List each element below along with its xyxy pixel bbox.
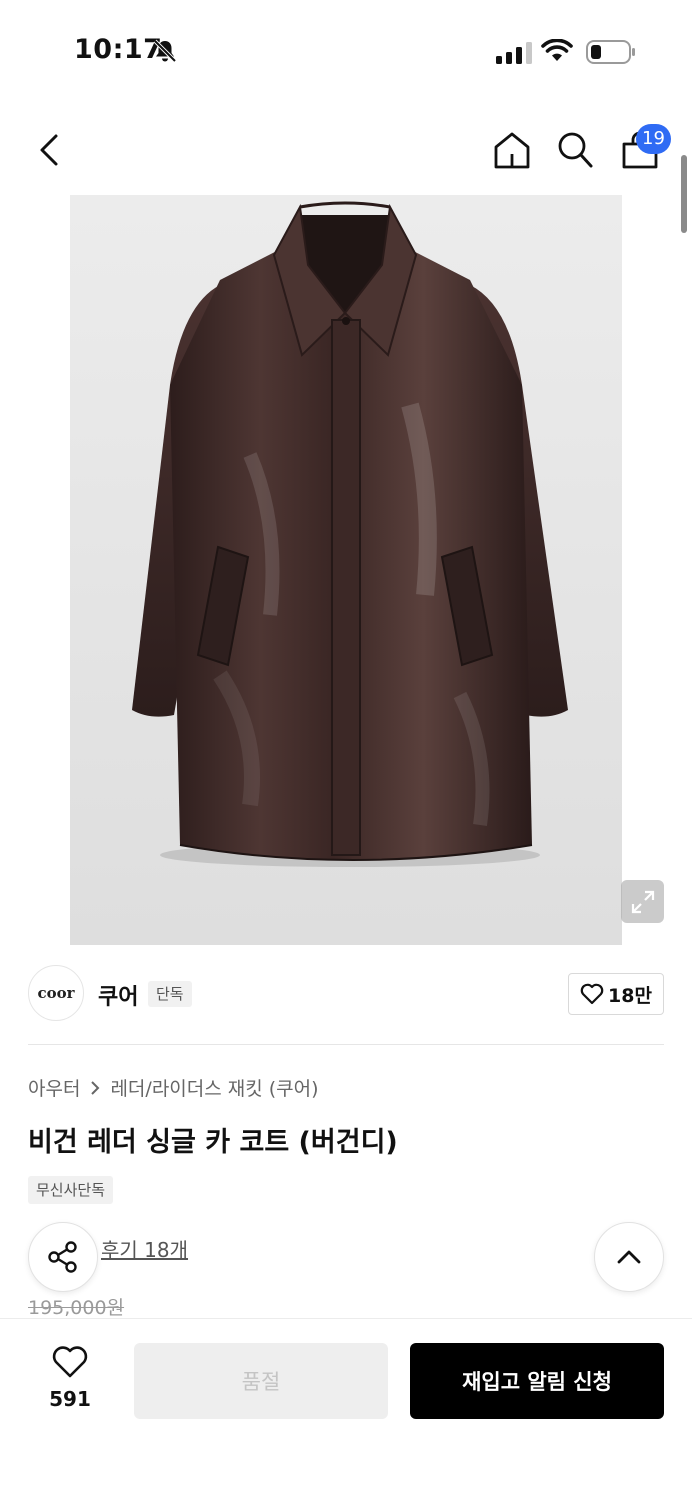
breadcrumb-category[interactable]: 아우터 — [28, 1074, 80, 1101]
brand-logo[interactable]: coor — [28, 965, 84, 1021]
wifi-icon — [541, 39, 573, 61]
restock-alert-button[interactable]: 재입고 알림 신청 — [410, 1343, 664, 1419]
coat-illustration — [132, 201, 568, 867]
scrollbar[interactable] — [681, 155, 687, 233]
soldout-button: 품절 — [134, 1343, 388, 1419]
heart-icon — [52, 1346, 88, 1378]
battery-icon — [586, 40, 635, 64]
share-button[interactable] — [28, 1222, 98, 1292]
top-nav — [0, 118, 692, 184]
mute-icon — [153, 39, 177, 63]
musinsa-exclusive-tag: 무신사단독 — [28, 1176, 114, 1204]
brand-row: coor 쿠어 단독 18만 — [28, 965, 664, 1025]
scroll-top-button[interactable] — [594, 1222, 664, 1292]
bottom-action-bar: 591 품절 재입고 알림 신청 — [0, 1318, 692, 1500]
status-bar: 10:17 — [0, 0, 692, 100]
status-time: 10:17 — [74, 34, 163, 65]
breadcrumb: 아우터 레더/라이더스 재킷 (쿠어) — [28, 1074, 319, 1101]
product-image[interactable] — [70, 195, 622, 945]
chevron-up-icon — [617, 1250, 641, 1264]
signal-icon — [496, 42, 532, 64]
back-icon[interactable] — [32, 130, 68, 170]
brand-name[interactable]: 쿠어 — [98, 979, 138, 1011]
search-icon[interactable] — [556, 130, 594, 170]
home-icon[interactable] — [492, 130, 532, 170]
brand-like-button[interactable]: 18만 — [568, 973, 664, 1015]
breadcrumb-subcategory[interactable]: 레더/라이더스 재킷 (쿠어) — [110, 1074, 318, 1101]
wish-button[interactable]: 591 — [40, 1345, 100, 1425]
brand-exclusive-tag: 단독 — [148, 981, 192, 1007]
wish-count: 591 — [49, 1387, 91, 1411]
share-icon — [48, 1241, 77, 1273]
brand-like-count: 18만 — [608, 984, 652, 1007]
review-link[interactable]: 후기 18개 — [101, 1234, 188, 1263]
cart-badge: 19 — [636, 124, 671, 154]
divider — [28, 1044, 664, 1045]
original-price: 195,000원 — [28, 1297, 125, 1319]
heart-icon — [580, 983, 604, 1005]
chevron-right-icon — [91, 1080, 100, 1095]
product-title: 비건 레더 싱글 카 코트 (버건디) — [28, 1127, 398, 1158]
expand-icon — [631, 890, 654, 913]
zoom-button[interactable] — [621, 880, 664, 923]
